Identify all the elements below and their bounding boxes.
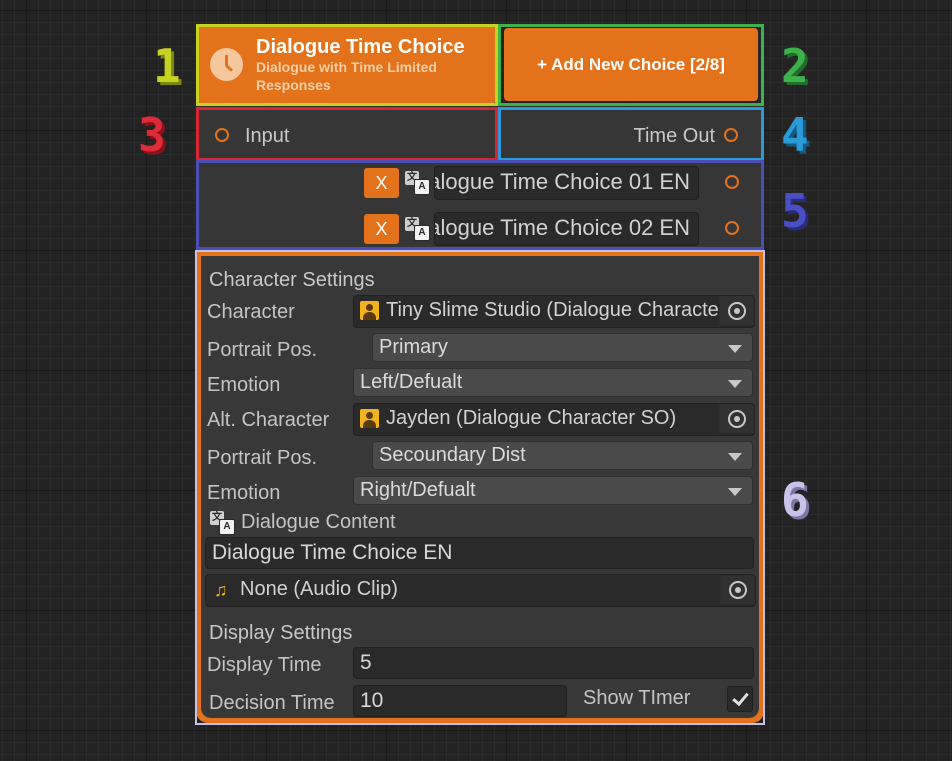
alt-character-field[interactable]: Jayden (Dialogue Character SO) (353, 403, 755, 436)
alt-portrait-pos-value: Secoundary Dist (379, 444, 526, 466)
audio-clip-value: None (Audio Clip) (240, 578, 398, 600)
character-icon (360, 301, 379, 320)
callout-3: 3 (138, 108, 166, 162)
character-settings-title: Character Settings (209, 269, 375, 291)
input-port-row[interactable]: Input (199, 110, 495, 158)
show-timer-checkbox[interactable] (727, 686, 753, 712)
remove-choice-2-button[interactable]: X (364, 214, 399, 244)
choice-1-text: Dialogue Time Choice 01 EN (434, 169, 690, 194)
node-header[interactable]: Dialogue Time Choice Dialogue with Time … (198, 26, 495, 103)
character-value: Tiny Slime Studio (Dialogue Character SO… (386, 299, 718, 321)
character-icon (360, 409, 379, 428)
portrait-pos-value: Primary (379, 336, 448, 358)
timeout-port-icon[interactable] (724, 128, 738, 142)
translate-icon: 文A (210, 511, 235, 535)
choice-2-field[interactable]: Dialogue Time Choice 02 EN (434, 212, 699, 246)
alt-emotion-label: Emotion (207, 482, 281, 504)
alt-emotion-value: Right/Defualt (360, 479, 476, 501)
callout-5: 5 (781, 184, 809, 238)
choice-2-port-icon[interactable] (725, 221, 739, 235)
node-title: Dialogue Time Choice (256, 35, 465, 58)
translate-icon: 文A (405, 171, 430, 195)
dialogue-content-field[interactable]: Dialogue Time Choice EN (205, 537, 754, 569)
add-new-choice-button[interactable]: + Add New Choice [2/8] (504, 28, 758, 101)
translate-icon: 文A (405, 217, 430, 241)
display-time-field[interactable]: 5 (353, 647, 754, 679)
character-field[interactable]: Tiny Slime Studio (Dialogue Character SO… (353, 295, 755, 328)
timeout-port-row[interactable]: Time Out (501, 110, 761, 158)
alt-portrait-pos-label: Portrait Pos. (207, 447, 318, 469)
portrait-pos-label: Portrait Pos. (207, 339, 318, 361)
node-subtitle-line2: Responses (256, 76, 331, 93)
show-timer-label: Show TImer (583, 687, 691, 709)
alt-character-value: Jayden (Dialogue Character SO) (386, 407, 677, 429)
remove-choice-1-button[interactable]: X (364, 168, 399, 198)
character-label: Character (207, 301, 295, 323)
alt-portrait-pos-dropdown[interactable]: Secoundary Dist (372, 441, 753, 470)
alt-emotion-dropdown[interactable]: Right/Defualt (353, 476, 753, 505)
dialogue-content-label: Dialogue Content (241, 511, 396, 533)
emotion-value: Left/Defualt (360, 371, 463, 393)
display-settings-title: Display Settings (209, 622, 353, 644)
object-picker-icon[interactable] (719, 296, 754, 325)
object-picker-icon[interactable] (719, 404, 754, 433)
input-port-icon[interactable] (215, 128, 229, 142)
callout-6: 6 (781, 473, 809, 527)
callout-1: 1 (153, 39, 181, 93)
settings-panel: Character Settings Character Tiny Slime … (201, 256, 759, 718)
choice-1-field[interactable]: Dialogue Time Choice 01 EN (434, 166, 699, 200)
callout-4: 4 (781, 108, 809, 162)
emotion-dropdown[interactable]: Left/Defualt (353, 368, 753, 397)
portrait-pos-dropdown[interactable]: Primary (372, 333, 753, 362)
emotion-label: Emotion (207, 374, 281, 396)
node-subtitle-line1: Dialogue with Time Limited (256, 58, 437, 75)
chevron-down-icon (728, 453, 742, 461)
audio-clip-field[interactable]: ♫ None (Audio Clip) (205, 574, 756, 607)
chevron-down-icon (728, 380, 742, 388)
choice-2-text: Dialogue Time Choice 02 EN (434, 215, 690, 240)
object-picker-icon[interactable] (720, 575, 755, 604)
music-note-icon: ♫ (214, 580, 228, 600)
decision-time-field[interactable]: 10 (353, 685, 567, 717)
clock-icon (210, 48, 243, 81)
display-time-label: Display Time (207, 654, 322, 676)
alt-character-label: Alt. Character (207, 409, 330, 431)
choices-container: X 文A Dialogue Time Choice 01 EN X 文A Dia… (199, 163, 761, 247)
input-port-label: Input (245, 125, 290, 147)
timeout-port-label: Time Out (633, 125, 716, 147)
decision-time-label: Decision Time (209, 692, 335, 714)
callout-2: 2 (781, 39, 809, 93)
chevron-down-icon (728, 488, 742, 496)
choice-1-port-icon[interactable] (725, 175, 739, 189)
chevron-down-icon (728, 345, 742, 353)
